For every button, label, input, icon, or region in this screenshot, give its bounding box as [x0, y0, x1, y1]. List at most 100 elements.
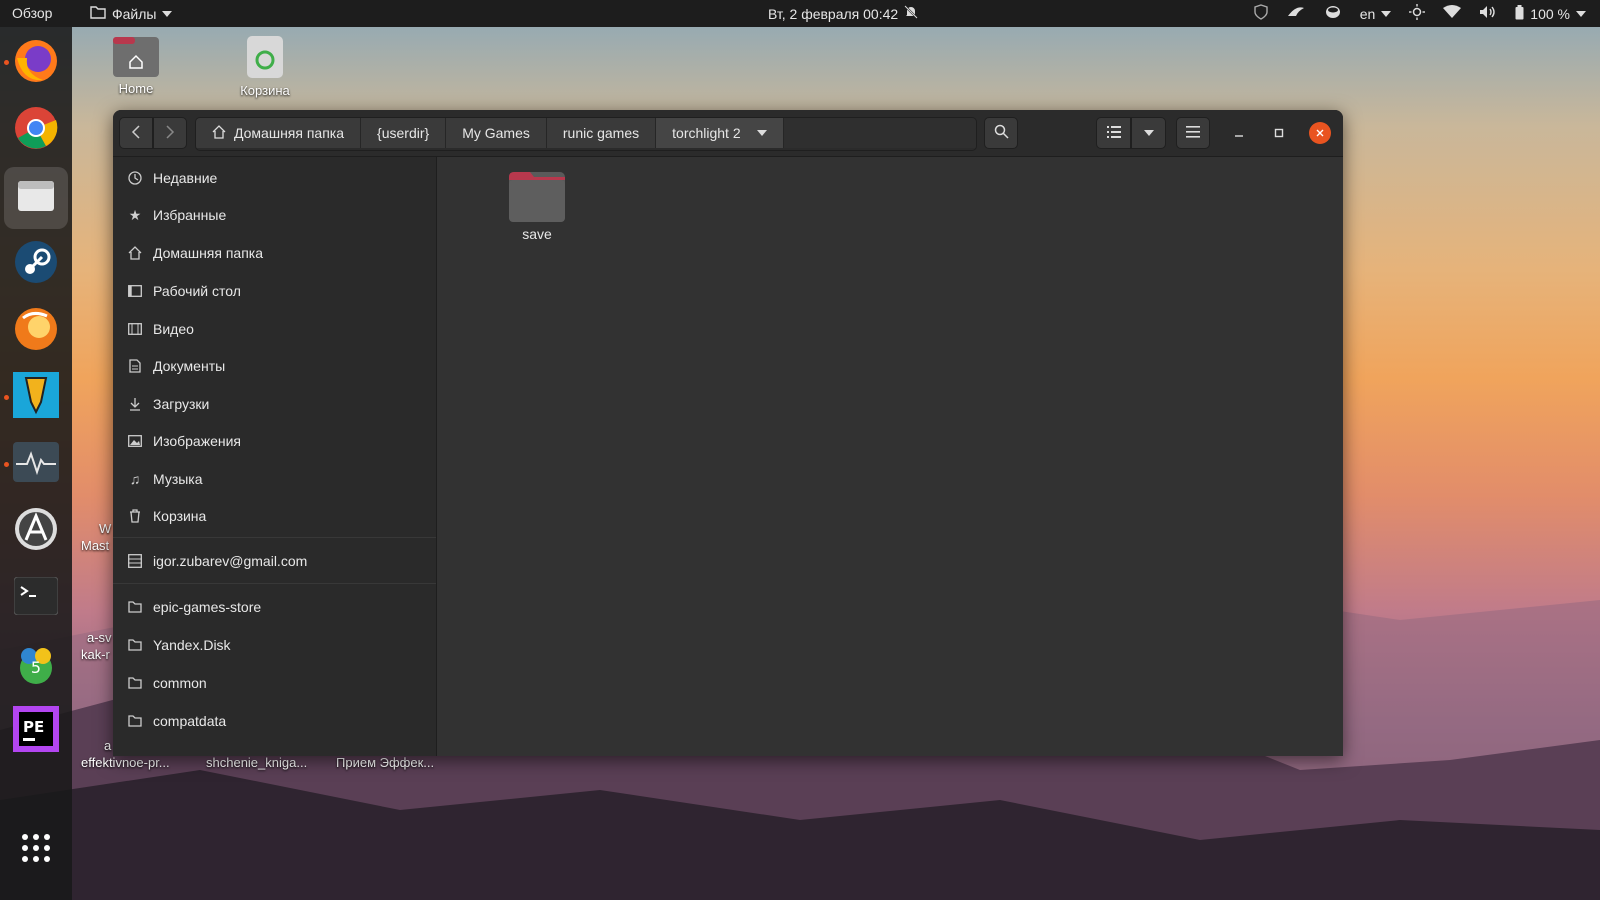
dock: 5 PE: [0, 27, 72, 900]
clock-label: Вт, 2 февраля 00:42: [768, 5, 899, 22]
folder-item[interactable]: save: [497, 171, 577, 242]
top-bar: Обзор Файлы Вт, 2 февраля 00:42 en 100 %: [0, 0, 1600, 27]
firefox-icon[interactable]: [11, 36, 61, 86]
star-icon: ★: [128, 206, 142, 223]
search-button[interactable]: [984, 117, 1018, 149]
video-icon: [127, 323, 143, 335]
activities-label: Обзор: [12, 5, 53, 21]
chrome-icon[interactable]: [11, 103, 61, 153]
hamburger-menu-icon: [1186, 125, 1200, 141]
wifi-icon[interactable]: [1443, 5, 1462, 22]
breadcrumb-label: torchlight 2: [672, 125, 741, 141]
game-launcher-icon[interactable]: [11, 370, 61, 420]
sidebar-item-bookmark[interactable]: Yandex.Disk: [113, 627, 436, 663]
ubuntu-software-icon[interactable]: [11, 304, 61, 354]
desktop-file-label[interactable]: Mast: [81, 538, 109, 553]
breadcrumb-userdir[interactable]: {userdir}: [361, 118, 447, 148]
clock-icon: [127, 171, 143, 185]
sidebar-item-label: Загрузки: [153, 396, 210, 412]
sidebar-item-bookmark[interactable]: compatdata: [113, 703, 436, 739]
app-menu-label: Файлы: [112, 5, 157, 22]
view-options-button[interactable]: [1131, 117, 1166, 149]
chevron-down-icon: [756, 130, 767, 136]
minimize-button[interactable]: [1228, 122, 1250, 144]
sidebar-item-online-account[interactable]: igor.zubarev@gmail.com: [113, 543, 436, 579]
breadcrumb-label: My Games: [462, 125, 530, 141]
app-store-icon[interactable]: [11, 504, 61, 554]
file-manager-window: Домашняя папка {userdir} My Games runic …: [113, 110, 1343, 756]
file-view: save: [437, 157, 1343, 756]
breadcrumb-runic-games[interactable]: runic games: [546, 118, 657, 148]
sidebar-item-videos[interactable]: Видео: [113, 311, 436, 347]
system-monitor-icon[interactable]: [11, 437, 61, 487]
sidebar-item-label: Недавние: [153, 170, 218, 186]
sidebar-separator: [113, 583, 436, 584]
sidebar-item-trash[interactable]: Корзина: [113, 498, 436, 534]
sidebar-item-bookmark[interactable]: epic-games-store: [113, 589, 436, 625]
sidebar-item-label: Корзина: [153, 508, 207, 524]
clock[interactable]: Вт, 2 февраля 00:42: [768, 5, 918, 22]
desktop-trash-icon[interactable]: Корзина: [232, 34, 298, 98]
back-button[interactable]: [119, 117, 153, 149]
sidebar-item-label: igor.zubarev@gmail.com: [153, 553, 308, 569]
steam-icon[interactable]: [11, 237, 61, 287]
sidebar-item-label: Yandex.Disk: [153, 637, 231, 653]
metatrader-icon[interactable]: 5: [11, 638, 61, 688]
sidebar-item-pictures[interactable]: Изображения: [113, 423, 436, 459]
sidebar-item-downloads[interactable]: Загрузки: [113, 386, 436, 422]
desktop-file-label[interactable]: effektivnoe-pr...: [81, 755, 170, 770]
sidebar-separator: [113, 537, 436, 538]
folder-icon: [508, 172, 566, 226]
maximize-icon: [1274, 126, 1284, 141]
chevron-right-icon: [165, 124, 175, 142]
battery-indicator[interactable]: 100 %: [1515, 4, 1586, 23]
menu-button[interactable]: [1176, 117, 1210, 149]
phpstorm-icon[interactable]: PE: [11, 704, 61, 754]
list-icon: [1106, 125, 1121, 141]
app-menu-files[interactable]: Файлы: [90, 5, 173, 22]
files-icon[interactable]: [11, 170, 61, 220]
desktop-file-label[interactable]: kak-r: [81, 647, 110, 662]
terminal-icon[interactable]: [11, 571, 61, 621]
sidebar-item-desktop[interactable]: Рабочий стол: [113, 273, 436, 309]
shield-icon[interactable]: [1254, 4, 1268, 23]
language-selector[interactable]: en: [1360, 6, 1392, 22]
forward-button[interactable]: [153, 117, 187, 149]
running-indicator: [4, 395, 9, 400]
brightness-icon[interactable]: [1409, 4, 1426, 23]
coffee-icon[interactable]: [1324, 4, 1342, 23]
sidebar-item-documents[interactable]: Документы: [113, 348, 436, 384]
sidebar-item-label: compatdata: [153, 713, 227, 729]
header-bar: Домашняя папка {userdir} My Games runic …: [113, 110, 1343, 157]
file-name-label: save: [522, 226, 552, 242]
breadcrumb-torchlight-2[interactable]: torchlight 2: [656, 118, 784, 148]
app-grid-icon[interactable]: [11, 823, 61, 873]
image-icon: [127, 435, 143, 447]
sidebar-item-recent[interactable]: Недавние: [113, 160, 436, 196]
desktop-file-label[interactable]: W: [99, 521, 111, 536]
desktop-file-label[interactable]: shchenie_kniga...: [206, 755, 307, 770]
desktop-file-label[interactable]: Прием Эффек...: [336, 755, 434, 770]
sidebar-item-starred[interactable]: ★ Избранные: [113, 197, 436, 233]
list-view-button[interactable]: [1096, 117, 1131, 149]
desktop-file-label[interactable]: a: [104, 738, 111, 753]
volume-icon[interactable]: [1479, 5, 1497, 22]
battery-label: 100 %: [1530, 5, 1570, 22]
sidebar-item-label: Домашняя папка: [153, 245, 264, 261]
home-icon: [127, 246, 143, 260]
sidebar-item-bookmark[interactable]: common: [113, 665, 436, 701]
desktop-home-icon[interactable]: Home: [106, 36, 166, 96]
close-button[interactable]: [1309, 122, 1331, 144]
sidebar-item-label: common: [153, 675, 207, 691]
cloud-icon[interactable]: [1286, 5, 1306, 22]
running-indicator: [4, 462, 9, 467]
breadcrumb-empty-space: [783, 118, 976, 148]
folder-icon: [127, 677, 143, 689]
sidebar-item-music[interactable]: ♫ Музыка: [113, 461, 436, 497]
breadcrumb-my-games[interactable]: My Games: [446, 118, 547, 148]
maximize-button[interactable]: [1268, 122, 1290, 144]
sidebar-item-home[interactable]: Домашняя папка: [113, 235, 436, 271]
activities-button[interactable]: Обзор: [12, 5, 52, 21]
desktop-file-label[interactable]: a-sv: [87, 630, 112, 645]
breadcrumb-home[interactable]: Домашняя папка: [196, 118, 362, 148]
